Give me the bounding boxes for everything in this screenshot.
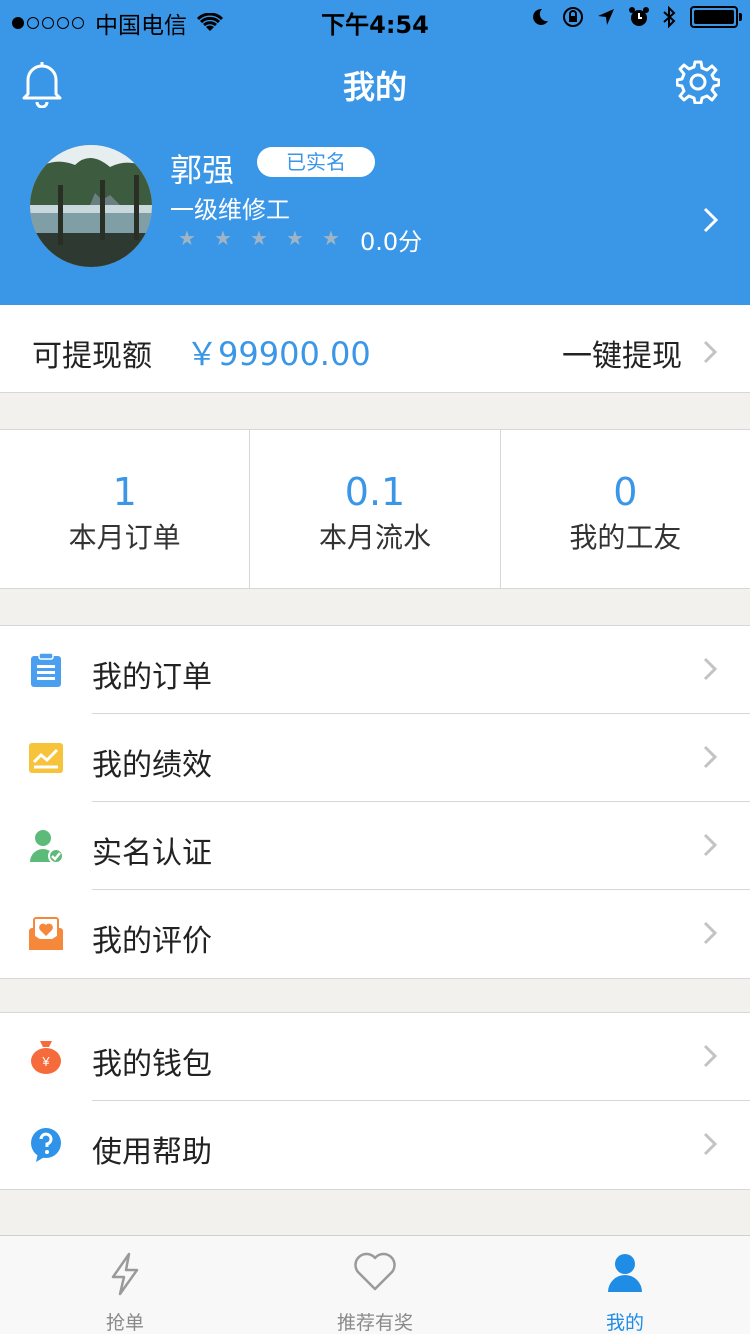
- avatar-image: [30, 145, 152, 267]
- page-title: 我的: [342, 68, 407, 106]
- stat-value: 0.1: [344, 470, 406, 514]
- chevron-right-icon: [703, 340, 718, 364]
- stat-value: 0: [613, 470, 638, 514]
- tab-mine[interactable]: 我的: [500, 1236, 750, 1334]
- withdraw-label: 可提现额: [32, 339, 152, 374]
- menu-item-verification[interactable]: 实名认证: [0, 802, 750, 890]
- tab-grab-order[interactable]: 抢单: [0, 1236, 250, 1334]
- profile-name: 郭强: [170, 151, 235, 189]
- stat-label: 我的工友: [569, 521, 682, 554]
- menu-group-secondary: ¥ 我的钱包 使用帮助: [0, 1012, 750, 1190]
- stat-monthly-flow[interactable]: 0.1 本月流水: [250, 430, 501, 588]
- user-verified-icon: [30, 830, 64, 864]
- avatar[interactable]: [30, 145, 152, 267]
- menu-label: 我的订单: [92, 660, 212, 695]
- chevron-right-icon: [703, 921, 718, 945]
- star-icon: ★: [214, 226, 232, 250]
- tab-label: 我的: [605, 1312, 644, 1334]
- moon-icon: [533, 8, 548, 25]
- menu-item-wallet[interactable]: ¥ 我的钱包: [0, 1013, 750, 1101]
- menu-label: 实名认证: [92, 836, 212, 871]
- chevron-right-icon: [703, 745, 718, 769]
- stat-value: 1: [112, 470, 137, 514]
- tab-bar: 抢单 推荐有奖 我的: [0, 1235, 750, 1334]
- rating-score: 0.0分: [360, 228, 423, 256]
- menu-label: 我的钱包: [92, 1047, 212, 1082]
- chart-icon: [29, 743, 63, 773]
- alarm-icon: [629, 7, 649, 26]
- verified-badge: 已实名: [257, 147, 375, 177]
- chevron-right-icon: [703, 657, 718, 681]
- menu-label: 使用帮助: [92, 1135, 212, 1170]
- menu-label: 我的评价: [92, 924, 212, 959]
- chevron-right-icon: [703, 1132, 718, 1156]
- menu-group-main: 我的订单 我的绩效 实名认证 我的评价: [0, 625, 750, 979]
- stat-monthly-orders[interactable]: 1 本月订单: [0, 430, 251, 588]
- tab-label: 抢单: [105, 1312, 144, 1334]
- chevron-right-icon: [703, 833, 718, 857]
- stat-label: 本月流水: [318, 521, 431, 554]
- wallet-icon: ¥: [31, 1041, 61, 1074]
- rating-stars: ★ ★ ★ ★ ★: [178, 226, 358, 250]
- stats-panel: 1 本月订单 0.1 本月流水 0 我的工友: [0, 429, 750, 589]
- menu-item-help[interactable]: 使用帮助: [0, 1101, 750, 1189]
- menu-label: 我的绩效: [92, 748, 212, 783]
- withdraw-row[interactable]: 可提现额 ￥99900.00 一键提现: [0, 305, 750, 393]
- clipboard-icon: [31, 652, 61, 687]
- battery-icon: [690, 6, 742, 28]
- star-icon: ★: [322, 226, 340, 250]
- star-icon: ★: [178, 226, 196, 250]
- menu-item-performance[interactable]: 我的绩效: [0, 714, 750, 802]
- profile-header: 中国电信 下午4:54 我的 郭强 已实名 一级维修工 ★ ★ ★ ★ ★ 0.…: [0, 0, 750, 305]
- location-icon: [598, 9, 614, 25]
- menu-item-my-orders[interactable]: 我的订单: [0, 626, 750, 714]
- chevron-right-icon: [703, 1044, 718, 1068]
- stat-label: 本月订单: [68, 521, 181, 554]
- status-bar: 中国电信 下午4:54: [0, 0, 750, 40]
- menu-item-reviews[interactable]: 我的评价: [0, 890, 750, 978]
- help-icon: [31, 1128, 61, 1162]
- stat-coworkers[interactable]: 0 我的工友: [501, 430, 750, 588]
- gear-icon[interactable]: [676, 60, 720, 104]
- star-icon: ★: [286, 226, 304, 250]
- withdraw-button[interactable]: 一键提现: [562, 331, 682, 375]
- bluetooth-icon: [663, 6, 676, 28]
- withdraw-amount: ￥99900.00: [186, 335, 371, 373]
- tab-referral[interactable]: 推荐有奖: [250, 1236, 500, 1334]
- heart-icon: [354, 1252, 396, 1291]
- chevron-right-icon[interactable]: [702, 206, 720, 234]
- profile-level: 一级维修工: [170, 196, 290, 224]
- svg-text:¥: ¥: [41, 1054, 50, 1069]
- tab-label: 推荐有奖: [336, 1312, 413, 1334]
- star-icon: ★: [250, 226, 268, 250]
- rotation-lock-icon: [563, 7, 583, 27]
- lightning-icon: [111, 1252, 139, 1296]
- user-icon: [608, 1254, 642, 1292]
- review-icon: [29, 917, 63, 950]
